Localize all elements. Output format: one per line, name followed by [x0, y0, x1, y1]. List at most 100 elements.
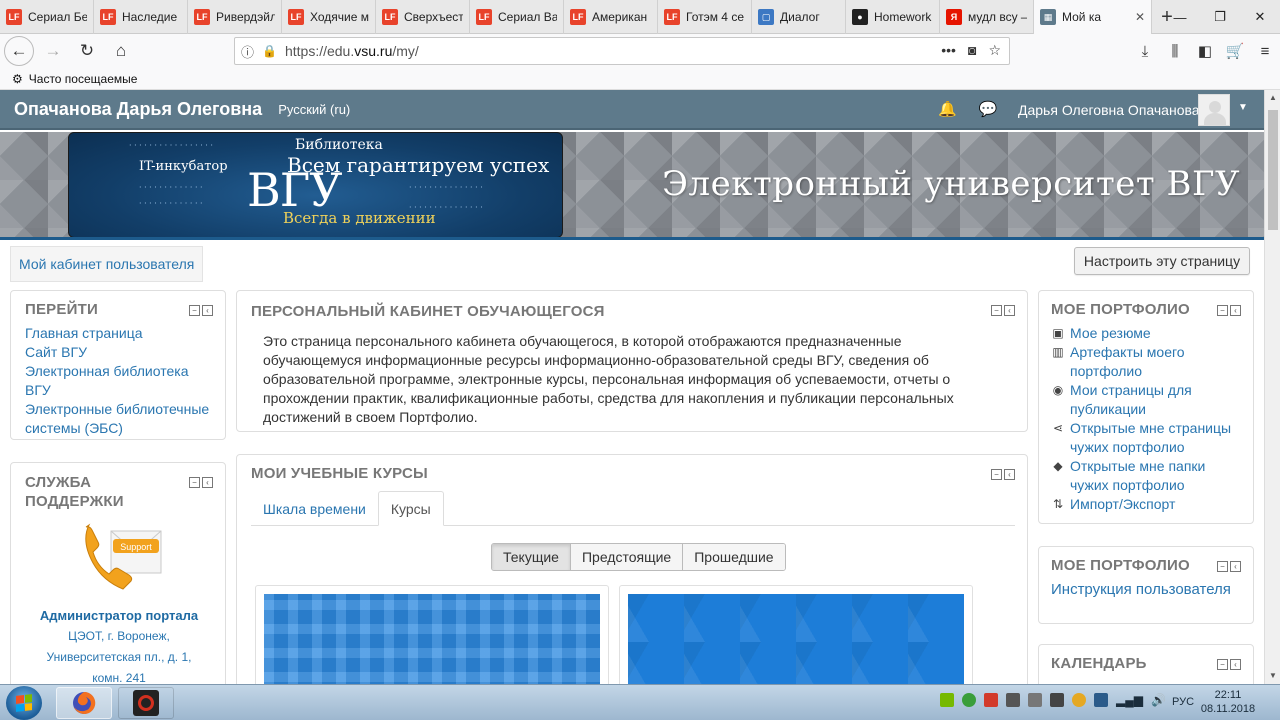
portfolio-item[interactable]: ▥ Артефакты моего портфолио	[1051, 343, 1241, 381]
browser-tab[interactable]: LF Сверхъест	[376, 0, 470, 34]
course-image[interactable]	[264, 594, 600, 684]
user-name[interactable]: Дарья Олеговна Опачанова	[1018, 102, 1200, 118]
support-phone-icon[interactable]: Support	[81, 521, 167, 593]
nav-link-ebs[interactable]: Электронные библиотечные системы (ЭБС)	[25, 400, 211, 438]
restore-icon[interactable]: ❐	[1200, 0, 1240, 34]
site-brand[interactable]: Опачанова Дарья Олеговна	[14, 99, 262, 120]
browser-tab[interactable]: LF Сериал Бе	[0, 0, 94, 34]
cart-icon[interactable]: 🛒	[1220, 42, 1250, 60]
collapse-icon[interactable]: −	[991, 305, 1002, 316]
browser-tab[interactable]: ▦ Мой ка ✕	[1034, 0, 1152, 34]
clock[interactable]: 22:11 08.11.2018	[1200, 688, 1256, 716]
block-title: ПЕРЕЙТИ	[25, 301, 98, 318]
dock-icon[interactable]: ‹	[1230, 659, 1241, 670]
volume-icon[interactable]: 🔊	[1151, 693, 1166, 707]
browser-tab[interactable]: LF Ривердэйл	[188, 0, 282, 34]
filter-upcoming[interactable]: Предстоящие	[570, 544, 684, 570]
block-title: КАЛЕНДАРЬ	[1051, 655, 1147, 672]
browser-tab[interactable]: LF Готэм 4 се	[658, 0, 752, 34]
nav-link-library[interactable]: Электронная библиотека ВГУ	[25, 362, 211, 400]
update-icon[interactable]	[962, 693, 976, 707]
customize-page-button[interactable]: Настроить эту страницу	[1074, 247, 1250, 275]
collapse-icon[interactable]: −	[1217, 561, 1228, 572]
browser-tab[interactable]: LF Американ	[564, 0, 658, 34]
collapse-icon[interactable]: −	[1217, 659, 1228, 670]
home-icon[interactable]: ⌂	[106, 36, 136, 66]
start-button[interactable]	[6, 686, 42, 720]
signal-icon[interactable]: ▂▄▆	[1116, 693, 1143, 707]
course-card[interactable]	[619, 585, 973, 684]
pocket-icon[interactable]: ◙	[968, 42, 976, 59]
sidebar-icon[interactable]: ◧	[1190, 42, 1220, 60]
breadcrumb[interactable]: Мой кабинет пользователя	[10, 246, 204, 282]
user-guide-link[interactable]: Инструкция пользователя	[1051, 580, 1241, 599]
dock-icon[interactable]: ‹	[202, 305, 213, 316]
input-language[interactable]: РУС	[1172, 696, 1194, 708]
collapse-icon[interactable]: −	[1217, 305, 1228, 316]
portfolio-item[interactable]: ◉ Мои страницы для публикации	[1051, 381, 1241, 419]
taskbar-firefox[interactable]	[56, 687, 112, 719]
tab-timeline[interactable]: Шкала времени	[251, 491, 378, 526]
nav-link-vsu-site[interactable]: Сайт ВГУ	[25, 343, 211, 362]
page-scrollbar[interactable]: ▲ ▼	[1264, 90, 1280, 684]
downloads-icon[interactable]: ⤓	[1130, 43, 1160, 60]
nvidia-icon[interactable]	[940, 693, 954, 707]
scroll-thumb[interactable]	[1268, 110, 1278, 230]
dock-icon[interactable]: ‹	[1230, 305, 1241, 316]
browser-tab[interactable]: Ямудл всу –	[940, 0, 1034, 34]
url-text[interactable]: https://edu.vsu.ru/my/	[285, 43, 419, 59]
filter-current[interactable]: Текущие	[492, 544, 571, 570]
tray-app-icon[interactable]	[1072, 693, 1086, 707]
portfolio-item[interactable]: ▣ Мое резюме	[1051, 324, 1241, 343]
collapse-icon[interactable]: −	[189, 305, 200, 316]
collapse-icon[interactable]: −	[189, 477, 200, 488]
portfolio-item[interactable]: ◆ Открытые мне папки чужих портфолио	[1051, 457, 1241, 495]
page-actions-icon[interactable]: •••	[941, 42, 956, 59]
tray-app-icon[interactable]	[1006, 693, 1020, 707]
security-icon[interactable]	[984, 693, 998, 707]
notifications-icon[interactable]: 🔔	[938, 100, 957, 118]
dock-icon[interactable]: ‹	[202, 477, 213, 488]
dock-icon[interactable]: ‹	[1004, 305, 1015, 316]
minimize-icon[interactable]: —	[1160, 0, 1200, 34]
support-admin[interactable]: Администратор портала	[21, 605, 217, 626]
taskbar-app[interactable]	[118, 687, 174, 719]
filter-past[interactable]: Прошедшие	[683, 544, 785, 570]
url-bar[interactable]: ⓘ 🔒 https://edu.vsu.ru/my/ ••• ◙ ☆	[234, 37, 1010, 65]
language-menu[interactable]: Русский (ru)	[278, 102, 350, 117]
browser-tab[interactable]: LF Сериал Ва	[470, 0, 564, 34]
network-icon[interactable]	[1094, 693, 1108, 707]
portfolio-item[interactable]: ⇅ Импорт/Экспорт	[1051, 495, 1241, 514]
reload-icon[interactable]: ↻	[72, 36, 102, 66]
back-icon[interactable]: ←	[4, 36, 34, 66]
browser-tab[interactable]: ▢ Диалог	[752, 0, 846, 34]
course-image[interactable]	[628, 594, 964, 684]
portfolio-item[interactable]: ⋖ Открытые мне страницы чужих портфолио	[1051, 419, 1241, 457]
library-icon[interactable]: ⫼	[1160, 43, 1190, 60]
browser-tab[interactable]: LF Ходячие м	[282, 0, 376, 34]
browser-tab[interactable]: LF Наследие	[94, 0, 188, 34]
tab-courses[interactable]: Курсы	[377, 491, 444, 526]
forward-icon[interactable]: →	[38, 36, 68, 66]
bookmark-most-visited[interactable]: Часто посещаемые	[29, 72, 138, 86]
scroll-up-icon[interactable]: ▲	[1265, 90, 1280, 106]
dock-icon[interactable]: ‹	[1230, 561, 1241, 572]
scroll-down-icon[interactable]: ▼	[1265, 668, 1280, 684]
avatar[interactable]	[1198, 94, 1230, 126]
bookmark-star-icon[interactable]: ☆	[988, 42, 1001, 59]
tray-app-icon[interactable]	[1028, 693, 1042, 707]
menu-icon[interactable]: ≡	[1250, 43, 1280, 60]
collapse-icon[interactable]: −	[991, 469, 1002, 480]
info-icon[interactable]: ⓘ	[241, 42, 254, 61]
messages-icon[interactable]: 💬	[979, 100, 998, 118]
nav-link-home[interactable]: Главная страница	[25, 324, 211, 343]
chevron-down-icon[interactable]: ▼	[1238, 102, 1248, 113]
vsu-logo[interactable]: IT-инкубатор Библиотека Всем гарантируем…	[68, 132, 563, 237]
close-window-icon[interactable]: ✕	[1240, 0, 1280, 34]
browser-tab[interactable]: ● Homework	[846, 0, 940, 34]
course-card[interactable]	[255, 585, 609, 684]
dock-icon[interactable]: ‹	[1004, 469, 1015, 480]
close-tab-icon[interactable]: ✕	[1135, 10, 1145, 24]
svg-text:Support: Support	[120, 542, 152, 552]
tray-app-icon[interactable]	[1050, 693, 1064, 707]
